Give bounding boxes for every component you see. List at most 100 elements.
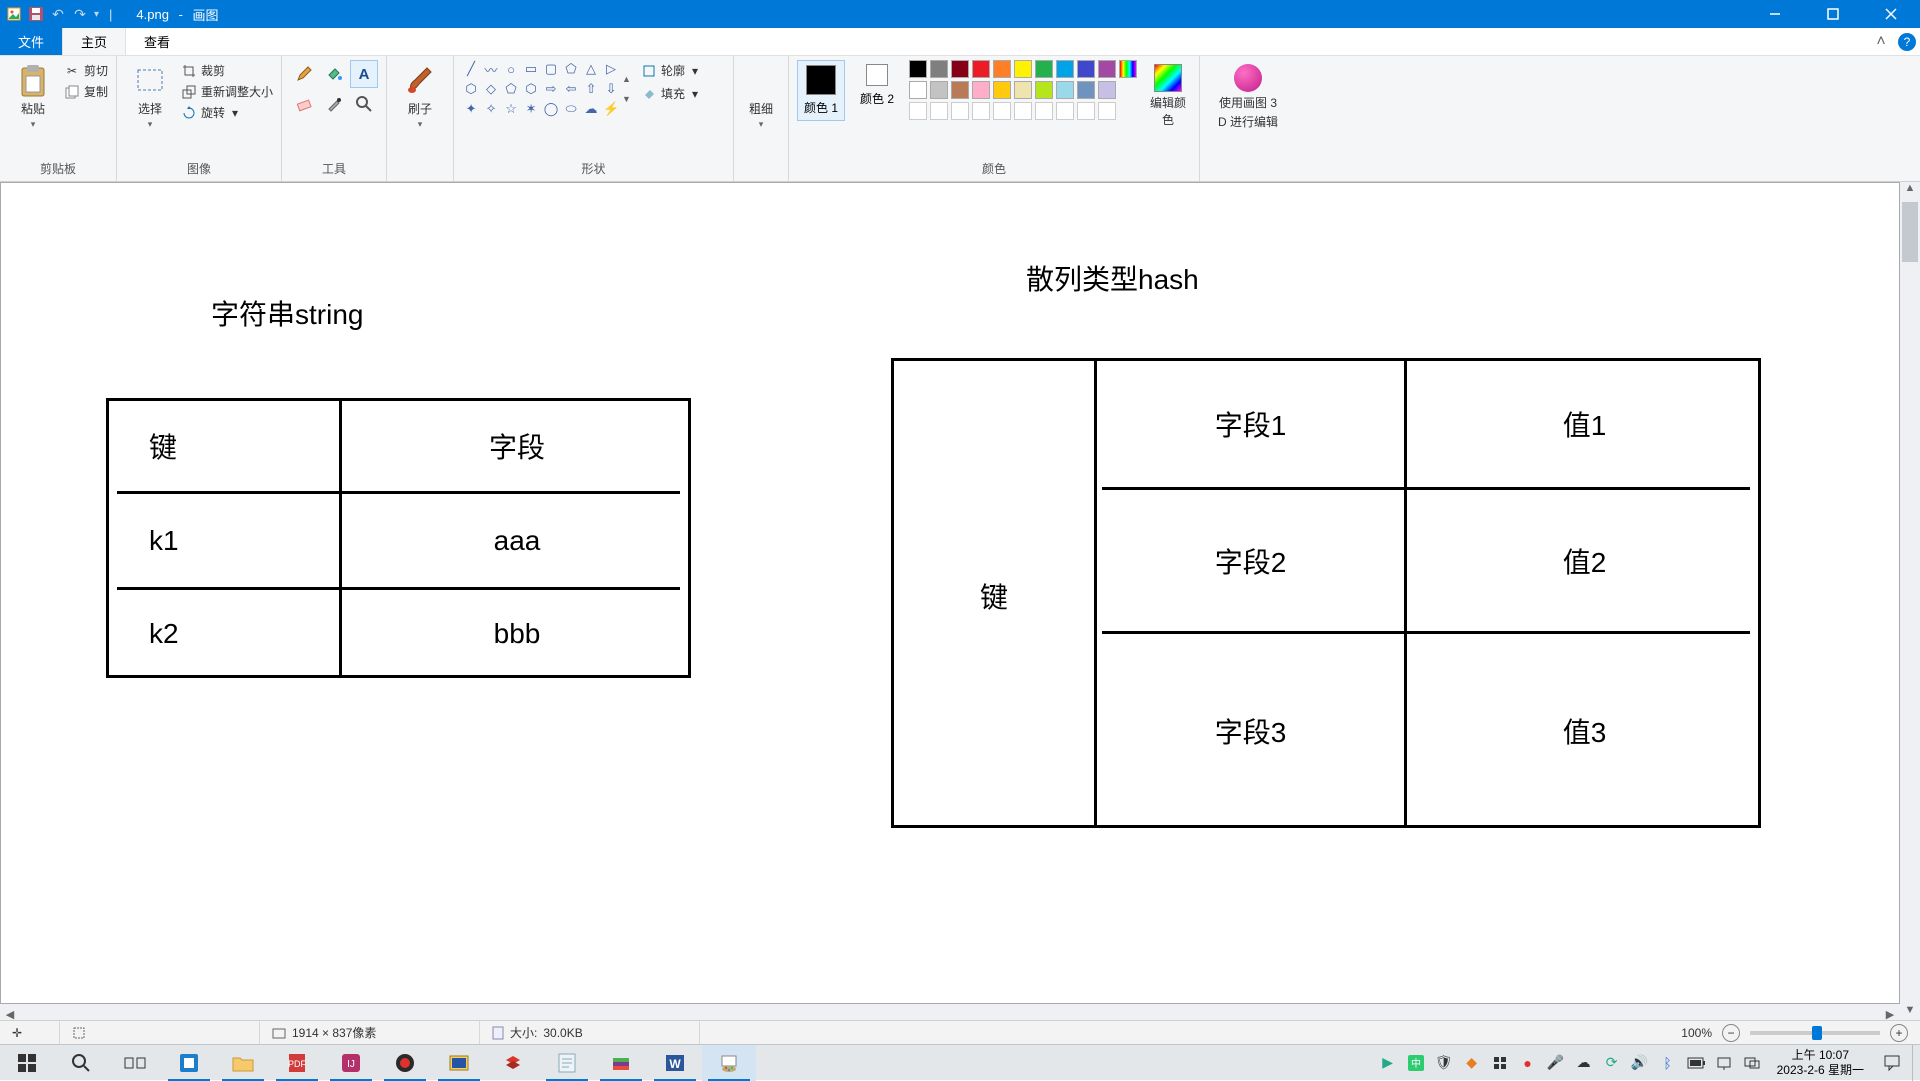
tray-mic-icon[interactable]: 🎤 [1547, 1054, 1565, 1072]
taskbar-app-redis[interactable] [486, 1045, 540, 1081]
taskbar-app-pdf[interactable]: PDF [270, 1045, 324, 1081]
pencil-tool[interactable] [290, 60, 318, 88]
color-swatch-empty[interactable] [1035, 102, 1053, 120]
shapes-scroll-up-icon[interactable]: ▲ [622, 74, 631, 84]
color-swatch[interactable] [930, 81, 948, 99]
cut-button[interactable]: ✂剪切 [64, 60, 108, 81]
ribbon-collapse-icon[interactable]: ˄ [1868, 28, 1894, 55]
start-button[interactable] [0, 1045, 54, 1081]
save-icon[interactable] [28, 6, 44, 22]
color-swatch[interactable] [1056, 81, 1074, 99]
eraser-tool[interactable] [290, 90, 318, 118]
minimize-button[interactable] [1746, 0, 1804, 28]
qat-customize-icon[interactable]: ▾ [94, 9, 99, 20]
outline-button[interactable]: 轮廓▾ [641, 60, 698, 81]
paste-button[interactable]: 粘贴 ▾ [8, 60, 58, 134]
tray-bluetooth-icon[interactable]: ᛒ [1659, 1054, 1677, 1072]
redo-icon[interactable]: ↷ [72, 6, 88, 22]
taskbar-app-record[interactable] [378, 1045, 432, 1081]
shapes-scroll-down-icon[interactable]: ▼ [622, 94, 631, 104]
edit-colors-button[interactable]: 编辑颜色 [1145, 60, 1191, 132]
magnifier-tool[interactable] [350, 90, 378, 118]
color-swatch[interactable] [909, 81, 927, 99]
taskbar-app-winrar[interactable] [594, 1045, 648, 1081]
copy-button[interactable]: 复制 [64, 81, 108, 102]
color-swatch-rainbow[interactable] [1119, 60, 1137, 78]
taskbar-app-vmware[interactable] [162, 1045, 216, 1081]
tray-battery-icon[interactable] [1687, 1054, 1705, 1072]
maximize-button[interactable] [1804, 0, 1862, 28]
undo-icon[interactable]: ↶ [50, 6, 66, 22]
taskbar-app-crt[interactable] [432, 1045, 486, 1081]
color-swatch[interactable] [1014, 81, 1032, 99]
color-swatch-empty[interactable] [1014, 102, 1032, 120]
taskbar-app-notepad[interactable] [540, 1045, 594, 1081]
color-swatch-empty[interactable] [930, 102, 948, 120]
color2-button[interactable]: 颜色 2 [853, 60, 901, 111]
color-swatch[interactable] [993, 81, 1011, 99]
color-swatch-empty[interactable] [909, 102, 927, 120]
color-swatch-empty[interactable] [1056, 102, 1074, 120]
taskbar-app-paint[interactable] [702, 1045, 756, 1081]
brush-button[interactable]: 刷子 ▾ [395, 60, 445, 134]
color-swatch[interactable] [1035, 81, 1053, 99]
scroll-thumb[interactable] [1902, 202, 1918, 262]
color-swatch[interactable] [909, 60, 927, 78]
show-desktop-button[interactable] [1912, 1045, 1920, 1081]
taskview-button[interactable] [108, 1045, 162, 1081]
zoom-out-button[interactable]: − [1722, 1024, 1740, 1042]
taskbar-clock[interactable]: 上午 10:07 2023-2-6 星期一 [1769, 1048, 1872, 1077]
tab-home[interactable]: 主页 [62, 28, 126, 55]
color-swatch[interactable] [951, 60, 969, 78]
resize-button[interactable]: 重新调整大小 [181, 81, 273, 102]
fill-tool[interactable] [320, 60, 348, 88]
color-swatch[interactable] [1077, 81, 1095, 99]
color-swatch[interactable] [1056, 60, 1074, 78]
tray-sync-icon[interactable]: ⟳ [1603, 1054, 1621, 1072]
color-swatch[interactable] [1035, 60, 1053, 78]
scroll-right-icon[interactable]: ▶ [1880, 1008, 1900, 1021]
color-swatch[interactable] [930, 60, 948, 78]
thickness-button[interactable]: 粗细 ▾ [742, 60, 780, 134]
select-button[interactable]: 选择 ▾ [125, 60, 175, 134]
scroll-up-icon[interactable]: ▲ [1900, 182, 1920, 202]
shapes-gallery[interactable]: ╱〰○▭▢⬠△▷ ⬡◇⬠⬡⇨⇦⇧⇩ ✦✧☆✶◯⬭☁⚡ [462, 60, 620, 118]
taskbar-app-word[interactable]: W [648, 1045, 702, 1081]
action-center-button[interactable] [1872, 1045, 1912, 1081]
color-swatch[interactable] [1077, 60, 1095, 78]
color-swatch-empty[interactable] [993, 102, 1011, 120]
color-swatch-empty[interactable] [1098, 102, 1116, 120]
color1-button[interactable]: 颜色 1 [797, 60, 845, 121]
color-swatch-empty[interactable] [951, 102, 969, 120]
color-swatch[interactable] [1014, 60, 1032, 78]
zoom-slider[interactable] [1750, 1031, 1880, 1035]
canvas[interactable]: 字符串string 散列类型hash 键 字段 k1 aaa k2 bbb 键 … [0, 182, 1900, 1004]
rotate-button[interactable]: 旋转▾ [181, 102, 273, 123]
color-swatch[interactable] [1098, 60, 1116, 78]
tray-network-icon[interactable] [1715, 1054, 1733, 1072]
search-button[interactable] [54, 1045, 108, 1081]
tray-weather-icon[interactable]: ☁ [1575, 1054, 1593, 1072]
color-swatch[interactable] [972, 81, 990, 99]
tray-project-icon[interactable] [1743, 1054, 1761, 1072]
color-swatch[interactable] [993, 60, 1011, 78]
crop-button[interactable]: 裁剪 [181, 60, 273, 81]
paint3d-button[interactable]: 使用画图 3 D 进行编辑 [1208, 60, 1288, 134]
help-icon[interactable]: ? [1894, 28, 1920, 55]
color-swatch-empty[interactable] [972, 102, 990, 120]
tray-record-icon[interactable]: ● [1519, 1054, 1537, 1072]
tray-app-icon[interactable]: ◆ [1463, 1054, 1481, 1072]
color-swatch-empty[interactable] [1077, 102, 1095, 120]
tab-file[interactable]: 文件 [0, 28, 62, 55]
tray-grid-icon[interactable] [1491, 1054, 1509, 1072]
taskbar-app-explorer[interactable] [216, 1045, 270, 1081]
color-swatch[interactable] [951, 81, 969, 99]
tray-volume-icon[interactable]: 🔊 [1631, 1054, 1649, 1072]
tray-ime-icon[interactable]: 中 [1407, 1054, 1425, 1072]
vertical-scrollbar[interactable]: ▲ ▼ [1900, 182, 1920, 1024]
scroll-left-icon[interactable]: ◀ [0, 1008, 20, 1021]
taskbar-app-ide[interactable]: IJ [324, 1045, 378, 1081]
tray-shield-icon[interactable]: 🛡 [1435, 1054, 1453, 1072]
close-button[interactable] [1862, 0, 1920, 28]
color-swatch[interactable] [1098, 81, 1116, 99]
